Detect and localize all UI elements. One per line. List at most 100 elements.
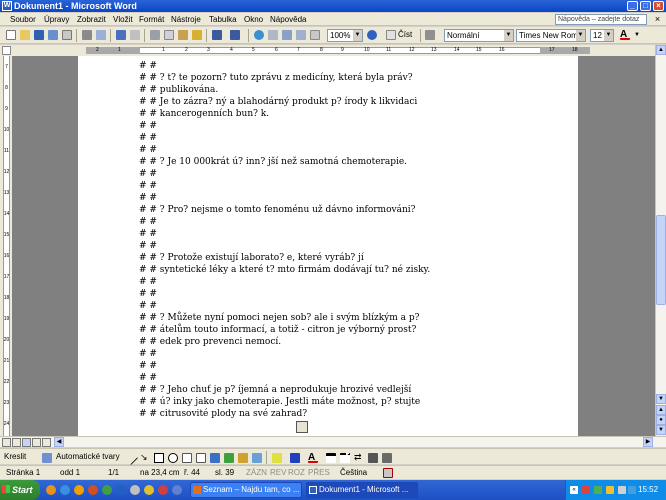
columns-icon[interactable]	[310, 30, 320, 40]
tables-borders-icon[interactable]	[268, 30, 278, 40]
diagram-icon[interactable]	[224, 453, 234, 463]
document-area[interactable]: 7 8 9 10 11 12 13 14 15 16 17 18 19 20 2…	[0, 56, 655, 436]
redo-icon[interactable]	[230, 30, 240, 40]
tray-security-icon[interactable]	[606, 486, 614, 494]
chevron-down-icon[interactable]: ▼	[353, 30, 362, 41]
scroll-left-icon[interactable]: ◀	[54, 437, 64, 447]
outline-view-icon[interactable]	[32, 438, 41, 447]
3d-style-icon[interactable]	[382, 453, 392, 463]
text-box-icon[interactable]	[182, 453, 192, 463]
next-page-icon[interactable]: ▼	[656, 425, 666, 435]
start-button[interactable]: Start	[0, 480, 40, 500]
fill-color-icon[interactable]	[272, 453, 282, 463]
tray-antivirus-icon[interactable]	[582, 486, 590, 494]
undo-icon[interactable]	[212, 30, 222, 40]
read-button[interactable]: Číst	[398, 30, 412, 40]
clip-art-icon[interactable]	[238, 453, 248, 463]
menu-upravy[interactable]: Úpravy	[44, 14, 69, 25]
chevron-down-icon[interactable]: ▼	[604, 30, 613, 41]
menu-okno[interactable]: Okno	[244, 14, 263, 25]
print-layout-icon[interactable]	[22, 438, 31, 447]
wordart-icon[interactable]	[210, 453, 220, 463]
font-size-select[interactable]: 12 ▼	[590, 29, 614, 42]
scroll-right-icon[interactable]: ▶	[643, 437, 653, 447]
close-button[interactable]: ×	[653, 1, 664, 11]
chevron-down-icon[interactable]: ▼	[504, 30, 513, 41]
browse-object-icon[interactable]: ●	[656, 415, 666, 425]
previous-page-icon[interactable]: ▲	[656, 405, 666, 415]
cut-icon[interactable]	[150, 30, 160, 40]
picture-icon[interactable]	[252, 453, 262, 463]
zoom-select[interactable]: 100% ▼	[327, 29, 363, 42]
chevron-down-icon[interactable]: ▼	[576, 30, 585, 41]
quicklaunch-opera-icon[interactable]	[158, 485, 168, 495]
tray-messenger-icon[interactable]	[628, 486, 636, 494]
insert-excel-icon[interactable]	[296, 30, 306, 40]
drawing-font-color-icon[interactable]: A	[308, 453, 318, 463]
status-trk[interactable]: REV	[270, 468, 286, 478]
research-icon[interactable]	[130, 30, 140, 40]
menu-nastroje[interactable]: Nástroje	[171, 14, 201, 25]
menu-vlozit[interactable]: Vložit	[113, 14, 133, 25]
style-select[interactable]: Normální ▼	[444, 29, 514, 42]
help-icon[interactable]	[367, 30, 377, 40]
menu-tabulka[interactable]: Tabulka	[209, 14, 237, 25]
taskbar-item-word[interactable]: Dokument1 - Microsoft ...	[306, 482, 418, 498]
quicklaunch-explorer-icon[interactable]	[144, 485, 154, 495]
taskbar-clock[interactable]: 15:52	[638, 480, 658, 500]
document-page[interactable]: # # # # ? t? te pozorn? tuto zprávu z me…	[78, 56, 578, 436]
horizontal-scrollbar[interactable]: ◀ ▶	[0, 436, 666, 447]
maximize-button[interactable]: □	[640, 1, 651, 11]
quicklaunch-desktop-icon[interactable]	[130, 485, 140, 495]
quicklaunch-folder-icon[interactable]	[74, 485, 84, 495]
oval-icon[interactable]	[168, 453, 178, 463]
print-icon[interactable]	[82, 30, 92, 40]
open-folder-icon[interactable]	[20, 30, 30, 40]
status-language[interactable]: Čeština	[340, 468, 367, 478]
draw-menu-button[interactable]: Kreslit	[4, 452, 26, 462]
paste-options-icon[interactable]	[296, 421, 308, 433]
line-color-icon[interactable]	[290, 453, 300, 463]
tray-network-icon[interactable]	[594, 486, 602, 494]
quicklaunch-ie-icon[interactable]	[60, 485, 70, 495]
quicklaunch-app-icon[interactable]	[88, 485, 98, 495]
document-close-icon[interactable]: ×	[652, 14, 663, 25]
status-ext[interactable]: ROZ	[288, 468, 305, 478]
menu-zobrazit[interactable]: Zobrazit	[77, 14, 106, 25]
font-select[interactable]: Times New Roman ▼	[516, 29, 586, 42]
font-color-dropdown-icon[interactable]: ▼	[634, 30, 644, 40]
word-app-icon[interactable]: W	[2, 1, 12, 11]
styles-formatting-icon[interactable]	[425, 30, 435, 40]
select-objects-icon[interactable]	[42, 453, 52, 463]
status-rec[interactable]: ZÁZN	[246, 468, 267, 478]
format-painter-icon[interactable]	[192, 30, 202, 40]
email-icon[interactable]	[62, 30, 72, 40]
print-preview-icon[interactable]	[96, 30, 106, 40]
copy-icon[interactable]	[164, 30, 174, 40]
shadow-style-icon[interactable]	[368, 453, 378, 463]
web-layout-icon[interactable]	[12, 438, 21, 447]
vertical-scrollbar[interactable]: ▲ ▼ ▲ ● ▼	[655, 45, 666, 436]
tab-selector[interactable]	[2, 46, 11, 55]
insert-table-icon[interactable]	[282, 30, 292, 40]
line-style-icon[interactable]	[326, 453, 336, 463]
permission-icon[interactable]	[48, 30, 58, 40]
status-ovr[interactable]: PŘES	[308, 468, 330, 478]
read-layout-icon[interactable]	[386, 30, 396, 40]
arrow-icon[interactable]: ↘	[140, 453, 150, 463]
tray-expand-icon[interactable]: «	[570, 486, 578, 494]
rectangle-icon[interactable]	[154, 453, 164, 463]
tray-volume-icon[interactable]	[618, 486, 626, 494]
reading-view-icon[interactable]	[42, 438, 51, 447]
help-query-input[interactable]: Nápověda – zadejte dotaz	[555, 14, 647, 25]
scroll-up-icon[interactable]: ▲	[656, 45, 666, 55]
taskbar-item-seznam[interactable]: Seznam – Najdu tam, co ...	[190, 482, 302, 498]
new-document-icon[interactable]	[6, 30, 16, 40]
scroll-thumb[interactable]	[656, 215, 666, 305]
menu-soubor[interactable]: Soubor	[10, 14, 36, 25]
menu-napoveda[interactable]: Nápověda	[270, 14, 306, 25]
quicklaunch-firefox-icon[interactable]	[46, 485, 56, 495]
quicklaunch-expand-icon[interactable]	[172, 485, 182, 495]
vertical-text-box-icon[interactable]	[196, 453, 206, 463]
quicklaunch-media-icon[interactable]	[102, 485, 112, 495]
